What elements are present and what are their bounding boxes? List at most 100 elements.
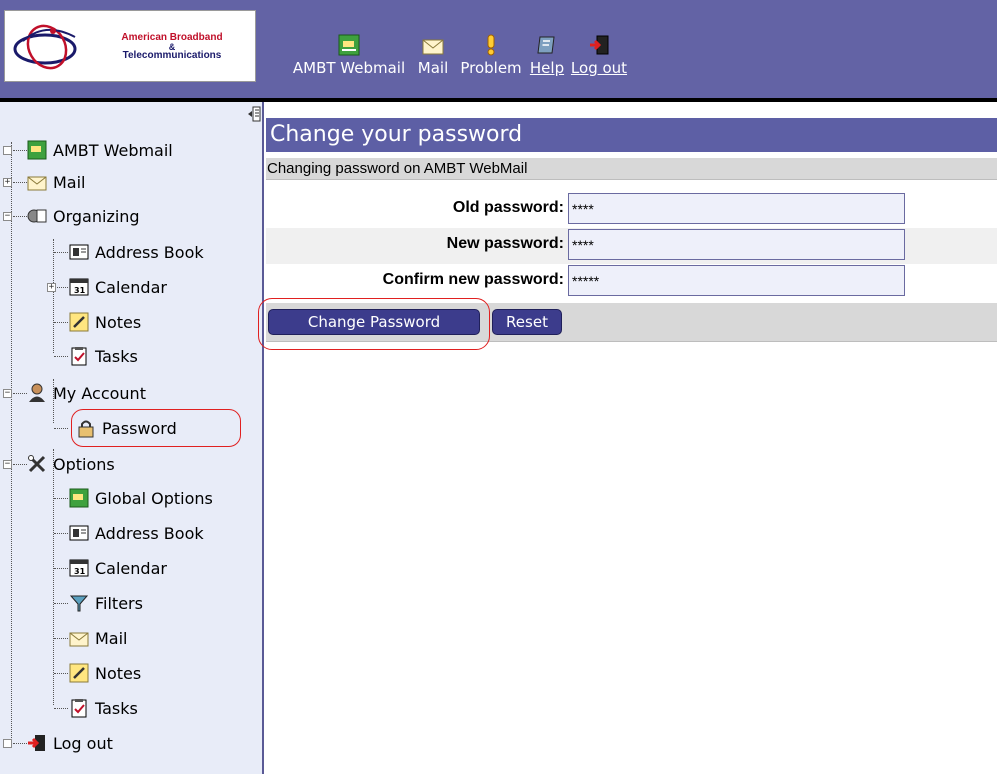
sidebar-item-organizing[interactable]: Organizing xyxy=(27,199,140,233)
sidebar-item-address-book[interactable]: Address Book xyxy=(69,235,204,269)
sidebar-item-options[interactable]: Options xyxy=(27,447,115,481)
sidebar-item-mail[interactable]: Mail xyxy=(27,165,86,199)
new-password-field[interactable] xyxy=(568,229,905,260)
topnav-label: AMBT Webmail xyxy=(292,59,406,77)
sidebar-item-label: Tasks xyxy=(95,698,138,718)
sidebar-item-options-tasks[interactable]: Tasks xyxy=(69,691,138,725)
tools-icon xyxy=(28,455,46,473)
sidebar-item-label: AMBT Webmail xyxy=(53,140,173,160)
old-password-field[interactable] xyxy=(568,193,905,224)
address-book-icon xyxy=(69,525,89,541)
sidebar-item-password[interactable]: Password xyxy=(76,411,177,445)
tree-leaf-box xyxy=(3,146,12,155)
sidebar-item-label: Password xyxy=(102,418,177,438)
filter-icon xyxy=(69,595,89,612)
tree-connector xyxy=(54,533,68,534)
calendar-icon: 31 xyxy=(69,278,89,296)
sidebar-item-calendar[interactable]: 31 Calendar xyxy=(69,270,167,304)
sidebar-item-webmail[interactable]: AMBT Webmail xyxy=(27,133,173,167)
topnav-problem[interactable]: Problem xyxy=(458,33,524,77)
sidebar-item-global-options[interactable]: Global Options xyxy=(69,481,213,515)
logo-line-2: Telecommunications xyxy=(122,50,222,61)
tree-connector xyxy=(53,449,54,705)
tree-connector xyxy=(54,638,68,639)
tree-connector xyxy=(54,428,68,429)
sidebar-item-label: Notes xyxy=(95,312,142,332)
topnav-label: Problem xyxy=(460,59,522,77)
tree-connector xyxy=(54,708,68,709)
company-logo[interactable]: American Broadband & Telecommunications xyxy=(4,10,256,82)
tree-connector xyxy=(54,322,68,323)
sidebar-item-logout[interactable]: Log out xyxy=(27,726,113,760)
tree-connector xyxy=(54,356,68,357)
tree-connector xyxy=(54,603,68,604)
sidebar-item-label: Tasks xyxy=(95,346,138,366)
old-password-label: Old password: xyxy=(452,199,564,216)
reset-button[interactable]: Reset xyxy=(492,309,562,335)
tree-connector xyxy=(54,673,68,674)
topnav-logout[interactable]: Log out xyxy=(570,33,628,77)
sidebar-item-tasks[interactable]: Tasks xyxy=(69,339,138,373)
tree-connector xyxy=(54,568,68,569)
organizing-icon xyxy=(27,209,47,223)
sidebar-item-my-account[interactable]: My Account xyxy=(27,376,146,410)
tasks-icon xyxy=(71,347,87,366)
new-password-row: New password: xyxy=(266,228,997,264)
notes-icon xyxy=(69,312,89,332)
collapse-icon[interactable]: − xyxy=(3,389,12,398)
globe-logo-icon xyxy=(13,24,77,70)
collapse-icon[interactable]: − xyxy=(3,460,12,469)
sidebar-item-notes[interactable]: Notes xyxy=(69,305,141,339)
svg-text:31: 31 xyxy=(74,286,86,295)
tree-connector xyxy=(57,287,68,288)
tree-connector xyxy=(53,239,54,353)
tree-leaf-box xyxy=(3,739,12,748)
tasks-icon xyxy=(71,699,87,718)
sidebar-item-label: Organizing xyxy=(53,206,140,226)
old-password-row: Old password: xyxy=(266,192,997,228)
envelope-icon xyxy=(69,632,89,647)
topnav-label: Log out xyxy=(570,59,628,77)
sidebar-item-label: Address Book xyxy=(95,523,204,543)
tree-connector xyxy=(13,182,27,183)
envelope-icon xyxy=(422,39,444,55)
user-icon xyxy=(29,383,45,402)
topnav-help[interactable]: Help xyxy=(529,33,565,77)
webmail-icon xyxy=(69,488,89,508)
logo-text: American Broadband & Telecommunications xyxy=(89,33,255,61)
topnav-label: Help xyxy=(529,59,565,77)
tree-connector xyxy=(54,252,68,253)
sidebar-item-label: Notes xyxy=(95,663,142,683)
svg-text:31: 31 xyxy=(74,567,86,576)
collapse-icon[interactable]: − xyxy=(3,212,12,221)
topnav-mail[interactable]: Mail xyxy=(415,33,451,77)
new-password-label: New password: xyxy=(446,235,564,252)
tree-connector xyxy=(13,743,27,744)
expand-icon[interactable]: + xyxy=(47,283,56,292)
address-book-icon xyxy=(69,244,89,260)
sidebar-item-options-notes[interactable]: Notes xyxy=(69,656,141,690)
confirm-password-field[interactable] xyxy=(568,265,905,296)
sidebar-item-options-calendar[interactable]: 31 Calendar xyxy=(69,551,167,585)
expand-icon[interactable]: + xyxy=(3,178,12,187)
logout-icon xyxy=(590,35,609,55)
sidebar-item-label: Mail xyxy=(95,628,128,648)
confirm-password-row: Confirm new password: xyxy=(266,264,997,300)
sidebar-item-label: Global Options xyxy=(95,488,213,508)
collapse-sidebar-icon[interactable] xyxy=(247,106,261,122)
sidebar-item-label: Mail xyxy=(53,172,86,192)
help-book-icon xyxy=(537,36,555,54)
sidebar-item-label: Log out xyxy=(53,733,113,753)
webmail-icon xyxy=(27,140,47,160)
topnav-label: Mail xyxy=(417,59,449,77)
notes-icon xyxy=(69,663,89,683)
sidebar-item-options-address-book[interactable]: Address Book xyxy=(69,516,204,550)
envelope-icon xyxy=(27,176,47,191)
sidebar-item-label: Options xyxy=(53,454,115,474)
sidebar-item-filters[interactable]: Filters xyxy=(69,586,143,620)
sidebar-item-label: Filters xyxy=(95,593,143,613)
topnav-webmail[interactable]: AMBT Webmail xyxy=(286,33,412,77)
page-title: Change your password xyxy=(266,118,997,152)
change-password-button[interactable]: Change Password xyxy=(268,309,480,335)
sidebar-item-options-mail[interactable]: Mail xyxy=(69,621,128,655)
